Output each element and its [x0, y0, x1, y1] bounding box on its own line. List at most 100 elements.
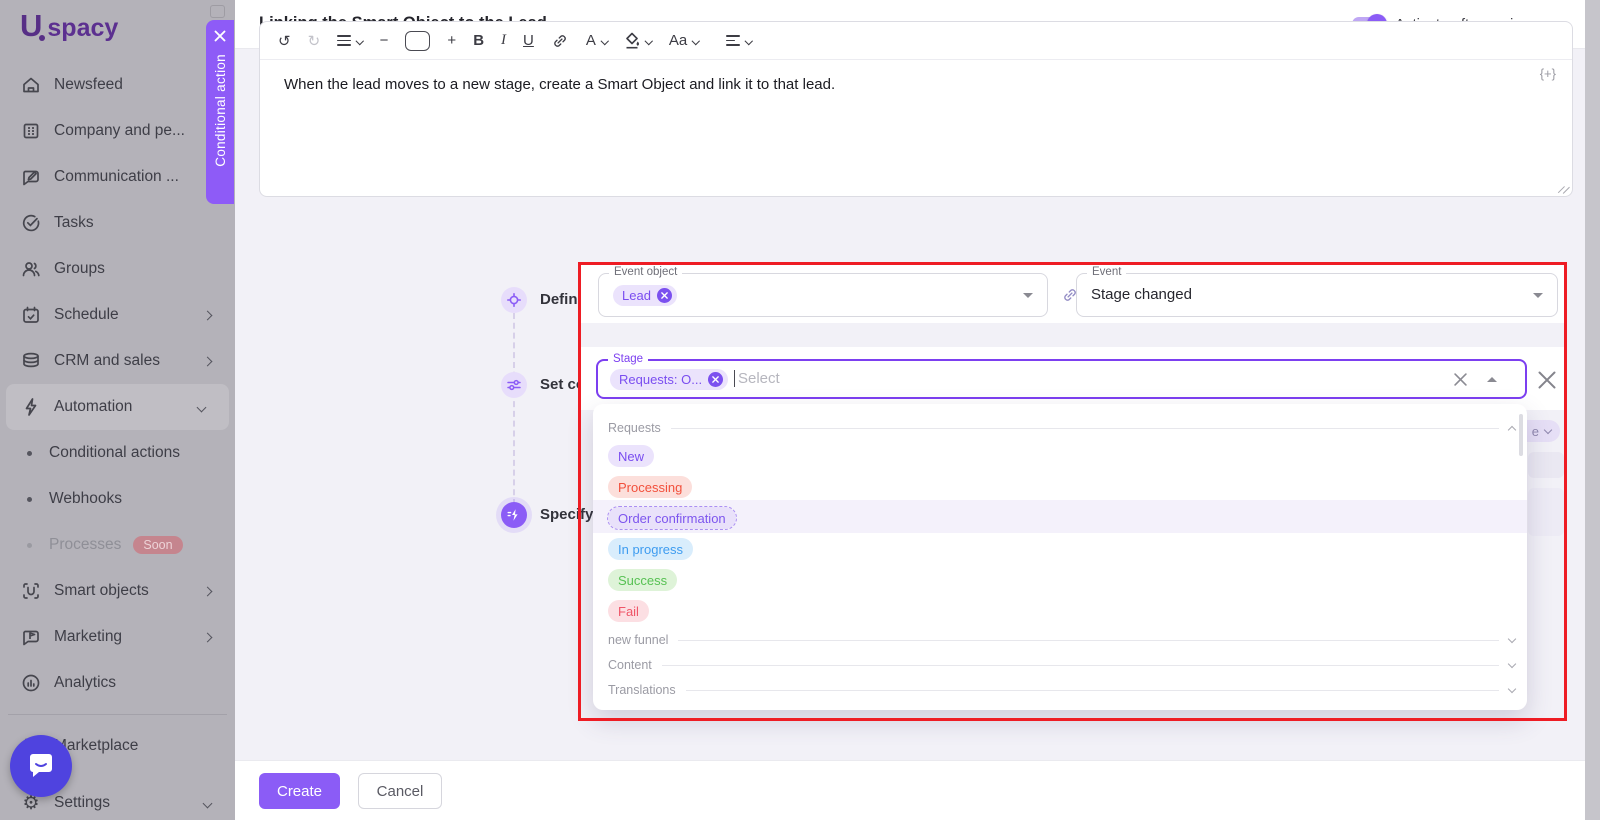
group-requests[interactable]: Requests — [608, 418, 1515, 438]
sidebar-item-schedule[interactable]: Schedule — [0, 292, 235, 338]
chip-remove-icon[interactable] — [657, 288, 672, 303]
sidebar-item-tasks[interactable]: Tasks — [0, 200, 235, 246]
chevron-right-icon — [203, 310, 213, 320]
align-button[interactable] — [726, 35, 752, 46]
sidebar-collapse-icon[interactable] — [210, 5, 225, 18]
obscured-chip-text: e — [1532, 424, 1539, 439]
chevron-right-icon — [203, 632, 213, 642]
sidebar-item-marketing[interactable]: Marketing — [0, 614, 235, 660]
close-icon[interactable] — [214, 30, 226, 42]
sidebar-item-label: Communication ... — [54, 168, 179, 186]
sidebar-item-groups[interactable]: Groups — [0, 246, 235, 292]
stage-select[interactable]: Stage Requests: O... Select — [596, 359, 1527, 399]
remove-condition-icon[interactable] — [1538, 371, 1556, 389]
stage-input[interactable]: Select — [724, 370, 780, 388]
sidebar-item-crm[interactable]: CRM and sales — [0, 338, 235, 384]
group-new-funnel[interactable]: new funnel — [608, 630, 1515, 650]
chat-pen-icon — [20, 166, 42, 188]
option-new[interactable]: New — [608, 445, 654, 467]
group-content[interactable]: Content — [608, 655, 1515, 675]
sidebar-item-analytics[interactable]: Analytics — [0, 660, 235, 706]
resize-handle[interactable] — [1557, 181, 1570, 194]
line-height-icon[interactable] — [337, 35, 363, 46]
sidebar-item-label: Smart objects — [54, 582, 149, 600]
option-label: Order confirmation — [618, 511, 726, 526]
event-label: Event — [1087, 266, 1126, 278]
chevron-right-icon — [203, 586, 213, 596]
dropdown-scrollbar[interactable] — [1519, 414, 1523, 456]
option-label: Fail — [618, 604, 639, 619]
option-processing[interactable]: Processing — [608, 476, 692, 498]
conditional-action-tab[interactable]: Conditional action — [206, 20, 234, 204]
sidebar-item-smart-objects[interactable]: Smart objects — [0, 568, 235, 614]
sidebar-item-automation[interactable]: Automation — [6, 384, 229, 430]
group-divider — [671, 428, 1499, 429]
sidebar-item-label: Automation — [54, 398, 132, 416]
font-size-box[interactable] — [405, 31, 430, 51]
italic-button[interactable]: I — [501, 32, 506, 49]
smart-object-icon — [20, 580, 42, 602]
underline-button[interactable]: U — [523, 32, 534, 49]
increase-font-icon[interactable]: + — [447, 32, 456, 49]
chevron-down-icon — [197, 402, 207, 412]
logo-u-glyph: U — [20, 8, 41, 44]
font-color-button[interactable]: A — [586, 32, 608, 49]
sidebar-item-webhooks[interactable]: Webhooks — [0, 476, 235, 522]
app-root: U spacy Newsfeed Company and pe... Commu… — [0, 0, 1600, 820]
home-icon — [20, 74, 42, 96]
clear-icon[interactable] — [1454, 373, 1467, 386]
sidebar-item-newsfeed[interactable]: Newsfeed — [0, 62, 235, 108]
select-arrow-icon — [1023, 293, 1033, 298]
cancel-button[interactable]: Cancel — [358, 773, 442, 809]
description-editor: ↺ ↻ − + B I U A Aa When the lead moves t… — [259, 21, 1573, 197]
option-label: In progress — [618, 542, 683, 557]
event-object-select[interactable]: Event object Lead — [598, 273, 1048, 317]
group-divider — [662, 665, 1499, 666]
sidebar-item-communication[interactable]: Communication ... — [0, 154, 235, 200]
chevron-right-icon — [203, 356, 213, 366]
sidebar-item-conditional-actions[interactable]: Conditional actions — [0, 430, 235, 476]
define-trigger-step-icon — [501, 287, 527, 313]
decrease-font-icon[interactable]: − — [380, 32, 389, 49]
building-icon — [20, 120, 42, 142]
fill-color-button[interactable] — [624, 32, 652, 49]
bold-button[interactable]: B — [473, 32, 484, 49]
link-button[interactable] — [551, 32, 569, 50]
option-order-confirmation[interactable]: Order confirmation — [608, 507, 736, 529]
option-fail[interactable]: Fail — [608, 600, 649, 622]
sidebar-item-company[interactable]: Company and pe... — [0, 108, 235, 154]
tab-label: Conditional action — [213, 54, 228, 167]
letter-case-button[interactable]: Aa — [669, 32, 699, 49]
option-success[interactable]: Success — [608, 569, 677, 591]
chip-remove-icon[interactable] — [708, 372, 723, 387]
sidebar-item-label: Marketing — [54, 628, 122, 646]
chat-bubble-icon — [27, 753, 55, 779]
check-circle-icon — [20, 212, 42, 234]
lead-chip: Lead — [613, 285, 677, 306]
stage-chip: Requests: O... — [610, 369, 728, 390]
chevron-down-icon — [1508, 684, 1516, 692]
create-button[interactable]: Create — [259, 773, 340, 809]
sidebar-nav: Newsfeed Company and pe... Communication… — [0, 62, 235, 820]
text-cursor — [734, 370, 735, 387]
option-label: Processing — [618, 480, 682, 495]
sidebar: U spacy Newsfeed Company and pe... Commu… — [0, 0, 235, 820]
option-in-progress[interactable]: In progress — [608, 538, 693, 560]
insert-variable-button[interactable]: {+} — [1540, 66, 1556, 81]
group-label: Requests — [608, 421, 661, 435]
event-select[interactable]: Event Stage changed — [1076, 273, 1558, 317]
sidebar-item-label: Tasks — [54, 214, 94, 232]
collapse-arrow-icon[interactable] — [1487, 377, 1497, 382]
redo-icon[interactable]: ↻ — [308, 32, 321, 50]
editor-text[interactable]: When the lead moves to a new stage, crea… — [284, 76, 835, 93]
undo-icon[interactable]: ↺ — [278, 32, 291, 50]
analytics-icon — [20, 672, 42, 694]
obscured-block — [1528, 488, 1564, 536]
sidebar-item-label: Analytics — [54, 674, 116, 692]
uspacy-logo[interactable]: U spacy — [20, 8, 118, 44]
group-divider — [686, 690, 1499, 691]
support-chat-button[interactable] — [10, 735, 72, 797]
chevron-down-icon — [1508, 634, 1516, 642]
group-translations[interactable]: Translations — [608, 680, 1515, 700]
event-value: Stage changed — [1091, 286, 1192, 303]
